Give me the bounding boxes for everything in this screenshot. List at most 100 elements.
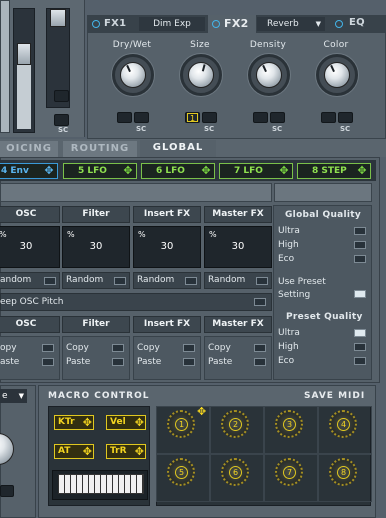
global-quality-title: Global Quality [285,210,362,220]
macro-knob[interactable]: 5 [167,458,195,486]
reverb-knob[interactable] [248,54,290,96]
move-icon[interactable]: ✥ [83,416,92,429]
dropdown-arrow-icon: ▼ [315,20,321,28]
use-preset-toggle[interactable] [354,290,366,298]
move-icon[interactable]: ✥ [135,416,144,429]
macro-source-at[interactable]: AT ✥ [54,444,94,459]
mod-slot-4[interactable]: 4 Env ✥ [0,163,58,179]
macro-knob[interactable]: 3 [275,410,303,438]
velocity-value: 30 [19,241,33,252]
macro-knob[interactable]: 4 [329,410,357,438]
copy-button[interactable] [254,344,266,352]
copy-header: Insert FX [133,316,201,333]
random-toggle[interactable] [185,277,197,285]
macro-knob-number: 7 [283,466,296,479]
env-slider-2[interactable] [13,8,35,133]
reverb-knob[interactable] [316,54,358,96]
quality-header [274,183,372,202]
preset-quality-toggle[interactable] [354,357,366,365]
macro-knob[interactable]: 6 [221,458,249,486]
velocity-header: OSC [0,206,60,223]
keep-osc-pitch-toggle[interactable] [254,298,266,306]
tab-routing[interactable]: ROUTING [63,141,137,157]
sc-slot[interactable] [338,112,353,123]
velocity-value-box[interactable]: % 30 [133,226,201,268]
move-icon[interactable]: ✥ [135,445,144,458]
velocity-value-box[interactable]: % 30 [204,226,272,268]
paste-button[interactable] [254,358,266,366]
mod-slot[interactable] [253,112,268,123]
velocity-value-box[interactable]: % 30 [0,226,60,268]
paste-button[interactable] [112,358,124,366]
macro-knob-number: 8 [337,466,350,479]
copy-button[interactable] [112,344,124,352]
copy-button[interactable] [183,344,195,352]
env-panel: SC [0,0,85,137]
env-sc-slot[interactable] [54,114,69,126]
macro-source-label: Vel [110,417,126,427]
paste-button[interactable] [183,358,195,366]
macro-knob[interactable]: 1 [167,410,195,438]
random-toggle[interactable] [114,277,126,285]
fx2-preset[interactable]: Reverb ▼ [257,17,325,31]
use-preset-label: Use Preset [278,277,326,287]
reverb-knob[interactable] [180,54,222,96]
env-slider-1[interactable] [0,0,10,133]
copy-button[interactable] [42,344,54,352]
macro-knob-number: 1 [175,418,188,431]
sc-label: SC [272,125,283,133]
random-toggle[interactable] [44,277,56,285]
sc-slot[interactable] [202,112,217,123]
quality-option-toggle[interactable] [354,241,366,249]
reverb-knob[interactable] [112,54,154,96]
tab-global[interactable]: GLOBAL [140,140,216,158]
quality-option-toggle[interactable] [354,227,366,235]
macro-knob[interactable]: 8 [329,458,357,486]
macro-knob[interactable]: 2 [221,410,249,438]
macro-knob[interactable]: 7 [275,458,303,486]
velocity-value-box[interactable]: % 30 [62,226,130,268]
env-mod-slot[interactable] [54,90,69,102]
bottom-dropdown[interactable]: e ▼ [0,389,27,403]
mod-slot-label: 8 STEP [312,166,347,176]
fx2-tab[interactable]: FX2 [208,15,256,33]
sc-slot[interactable] [134,112,149,123]
macro-source-trr[interactable]: TrR ✥ [106,444,146,459]
save-midi-button[interactable]: SAVE MIDI [304,391,365,401]
mod-slot-5[interactable]: 5 LFO ✥ [63,163,137,179]
fx2-power-icon[interactable] [212,20,220,28]
sc-label: SC [204,125,215,133]
fx1-tab[interactable]: FX1 [88,16,138,32]
bottom-left-slot[interactable] [0,485,14,497]
sc-slot[interactable] [270,112,285,123]
mod-slot[interactable] [117,112,132,123]
fx1-power-icon[interactable] [92,20,100,28]
quality-option-toggle[interactable] [354,255,366,263]
paste-button[interactable] [42,358,54,366]
keyboard-icon [58,474,144,494]
move-icon[interactable]: ✥ [200,165,212,177]
move-icon[interactable]: ✥ [43,165,55,177]
move-icon[interactable]: ✥ [278,165,290,177]
setting-label: Setting [278,290,311,300]
mod-slot-6[interactable]: 6 LFO ✥ [141,163,215,179]
preset-quality-toggle[interactable] [354,329,366,337]
eq-power-icon[interactable] [335,20,343,28]
velocity-value: 30 [89,241,103,252]
percent-label: % [67,230,75,239]
move-icon[interactable]: ✥ [122,165,134,177]
macro-source-vel[interactable]: Vel ✥ [106,415,146,430]
mod-slot-7[interactable]: 7 LFO ✥ [219,163,293,179]
preset-quality-toggle[interactable] [354,343,366,351]
macro-source-ktr[interactable]: KTr ✥ [54,415,94,430]
velocity-value: 30 [231,241,245,252]
move-icon[interactable]: ✥ [83,445,92,458]
eq-tab[interactable]: EQ [330,16,380,32]
fx1-preset[interactable]: Dim Exp [139,17,205,31]
tab-voicing[interactable]: OICING [0,141,58,157]
mod-slot[interactable] [321,112,336,123]
move-icon[interactable]: ✥ [356,165,368,177]
preset-quality-option-label: Ultra [278,328,300,338]
random-toggle[interactable] [256,277,268,285]
mod-slot-8[interactable]: 8 STEP ✥ [297,163,371,179]
